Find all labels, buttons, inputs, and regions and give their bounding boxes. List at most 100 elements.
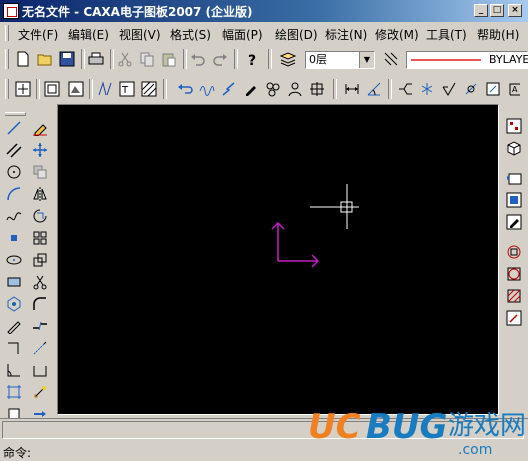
- app-icon[interactable]: [3, 3, 19, 19]
- menu-sheet[interactable]: 幅面(P): [222, 26, 263, 43]
- break-icon[interactable]: [30, 316, 50, 336]
- gear-icon[interactable]: [417, 79, 437, 99]
- drawing-canvas[interactable]: [57, 104, 499, 415]
- equidistant-icon[interactable]: [4, 360, 24, 380]
- svg-text:.com: .com: [458, 442, 492, 458]
- separator: [234, 49, 238, 69]
- copy-icon[interactable]: [137, 49, 157, 69]
- minimize-button[interactable]: _: [474, 4, 488, 17]
- menu-modify[interactable]: 修改(M): [375, 26, 419, 43]
- menu-format[interactable]: 格式(S): [170, 26, 211, 43]
- menu-edit[interactable]: 编辑(E): [68, 26, 109, 43]
- layer-select[interactable]: 0层 ▼: [305, 51, 375, 69]
- line-icon[interactable]: [4, 118, 24, 138]
- toolbar-grip[interactable]: [5, 79, 9, 99]
- pencil-icon[interactable]: [241, 79, 261, 99]
- menu-dimension[interactable]: 标注(N): [325, 26, 367, 43]
- angle-dimension-icon[interactable]: [364, 79, 384, 99]
- layer-icon[interactable]: [278, 49, 298, 69]
- new-file-icon[interactable]: [13, 49, 33, 69]
- display-all-icon[interactable]: [66, 79, 86, 99]
- svg-text:BUG: BUG: [366, 407, 447, 447]
- extend-icon[interactable]: [30, 338, 50, 358]
- open-folder-icon[interactable]: [35, 49, 55, 69]
- dynamic-pan-icon[interactable]: [13, 79, 33, 99]
- menu-view[interactable]: 视图(V): [119, 26, 161, 43]
- area-icon[interactable]: [504, 286, 524, 306]
- part-library-icon[interactable]: [504, 190, 524, 210]
- polygon-icon[interactable]: [4, 294, 24, 314]
- arc-icon[interactable]: [4, 184, 24, 204]
- 3d-box-icon[interactable]: [504, 138, 524, 158]
- separator: [183, 49, 187, 69]
- svg-text:游戏网: 游戏网: [448, 411, 526, 441]
- menu-tools[interactable]: 工具(T): [426, 26, 467, 43]
- chevron-down-icon[interactable]: ▼: [359, 52, 374, 68]
- scale-icon[interactable]: [30, 250, 50, 270]
- wave-icon[interactable]: [197, 79, 217, 99]
- person-icon[interactable]: [285, 79, 305, 99]
- linetype-select[interactable]: BYLAYE: [406, 51, 528, 69]
- arrow-left-icon[interactable]: [175, 79, 195, 99]
- copy-move-icon[interactable]: [30, 162, 50, 182]
- eraser-icon[interactable]: [30, 118, 50, 138]
- menu-help[interactable]: 帮助(H): [477, 26, 519, 43]
- detail-icon[interactable]: [504, 212, 524, 232]
- datum-icon[interactable]: [483, 79, 503, 99]
- undo-icon[interactable]: [188, 49, 208, 69]
- maximize-button[interactable]: □: [490, 4, 504, 17]
- parallel-icon[interactable]: [4, 140, 24, 160]
- title-bar: 无名文件 - CAXA电子图板2007 (企业版) _ □ ×: [0, 0, 528, 22]
- section-icon[interactable]: [4, 382, 24, 402]
- dimension-icon[interactable]: [342, 79, 362, 99]
- coordinate-axis-icon: [271, 221, 320, 268]
- redo-icon[interactable]: [210, 49, 230, 69]
- lightning-icon[interactable]: [219, 79, 239, 99]
- rotate-icon[interactable]: [30, 206, 50, 226]
- stretch-icon[interactable]: [30, 360, 50, 380]
- menu-grip[interactable]: [5, 25, 9, 41]
- ellipse-icon[interactable]: [4, 250, 24, 270]
- tolerance-icon[interactable]: A: [505, 79, 525, 99]
- toolbar-grip[interactable]: [5, 49, 9, 69]
- trim-icon[interactable]: [30, 272, 50, 292]
- linetype-value: BYLAYE: [489, 53, 528, 66]
- bom-icon[interactable]: [504, 242, 524, 262]
- save-icon[interactable]: [57, 49, 77, 69]
- weld-icon[interactable]: [461, 79, 481, 99]
- cut-icon[interactable]: [115, 49, 135, 69]
- separator: [36, 79, 40, 99]
- watermark-logo: UC BUG 游戏网 .com: [308, 398, 526, 458]
- fillet-icon[interactable]: [30, 294, 50, 314]
- linetype-icon[interactable]: [381, 49, 401, 69]
- center-line-icon[interactable]: [4, 338, 24, 358]
- title-block-icon[interactable]: [504, 168, 524, 188]
- leader-icon[interactable]: [395, 79, 415, 99]
- hatch-icon[interactable]: [139, 79, 159, 99]
- roughness-icon[interactable]: [439, 79, 459, 99]
- rectangle-icon[interactable]: [4, 272, 24, 292]
- explode-icon[interactable]: [30, 382, 50, 402]
- block-icon[interactable]: [307, 79, 327, 99]
- drawing-frame-icon[interactable]: [504, 116, 524, 136]
- polyline-icon[interactable]: [4, 316, 24, 336]
- array-grid-icon[interactable]: [30, 228, 50, 248]
- print-icon[interactable]: [86, 49, 106, 69]
- properties-icon[interactable]: [504, 308, 524, 328]
- menu-draw[interactable]: 绘图(D): [275, 26, 318, 43]
- array-icon[interactable]: [95, 79, 115, 99]
- query-icon[interactable]: [504, 264, 524, 284]
- point-icon[interactable]: [4, 228, 24, 248]
- toolbar-grip[interactable]: [5, 112, 26, 116]
- circle-icon[interactable]: [4, 162, 24, 182]
- help-icon[interactable]: ?: [242, 49, 262, 69]
- menu-file[interactable]: 文件(F): [18, 26, 58, 43]
- mirror-icon[interactable]: [30, 184, 50, 204]
- move-icon[interactable]: [30, 140, 50, 160]
- paste-icon[interactable]: [159, 49, 179, 69]
- cluster-icon[interactable]: [263, 79, 283, 99]
- text-icon[interactable]: T: [117, 79, 137, 99]
- spline-icon[interactable]: [4, 206, 24, 226]
- display-window-icon[interactable]: [42, 79, 62, 99]
- close-button[interactable]: ×: [508, 4, 522, 17]
